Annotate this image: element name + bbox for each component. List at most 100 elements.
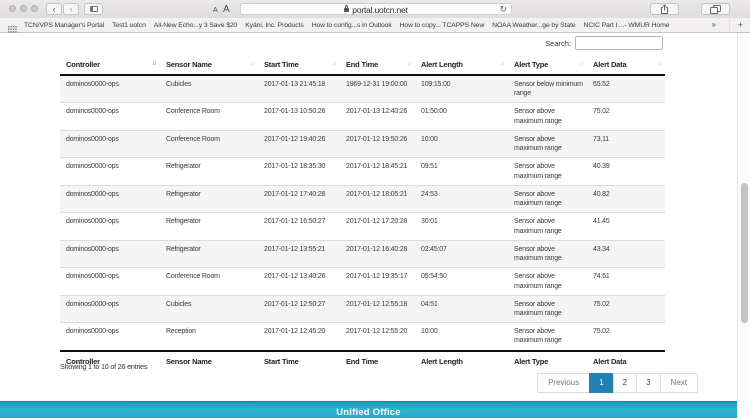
sort-icon[interactable]: ↓↑	[250, 61, 255, 67]
page-button-2[interactable]: 2	[612, 373, 638, 393]
cell-alert-type: Sensor above maximum range	[508, 157, 587, 186]
bookmark-item-ncic-part-i-wmur-home[interactable]: NCIC Part I ...- WMUR Home	[584, 22, 670, 29]
cell-alert-data: 43.34	[587, 239, 665, 268]
cell-alert-type: Sensor above maximum range	[508, 239, 587, 268]
cell-alert-type: Sensor above maximum range	[508, 102, 587, 131]
cell-alert-type: Sensor above maximum range	[508, 184, 587, 213]
vertical-scrollbar[interactable]	[737, 33, 750, 418]
cell-alert-length: 01:50:00	[415, 102, 508, 131]
bookmark-item-all-new-echo-y-3-save-20[interactable]: All-New Echo...y 3 Save $20	[154, 22, 238, 29]
cell-start-time: 2017-01-12 13:55:21	[258, 239, 340, 268]
cell-alert-type: Sensor above maximum range	[508, 212, 587, 241]
table-row: dominos0000-ops Cubicles 2017-01-12 12:50:…	[60, 294, 665, 323]
sort-icon[interactable]: ↓↑	[579, 61, 584, 67]
zoom-window-button[interactable]	[31, 5, 38, 12]
sidebar-button[interactable]	[84, 3, 103, 15]
cell-alert-data: 75.02	[587, 322, 665, 351]
column-header-start-time[interactable]: ↓↑ Start Time	[258, 55, 340, 76]
scrollbar-thumb[interactable]	[741, 183, 748, 323]
share-button[interactable]	[650, 3, 679, 15]
table-header-row: ↓↑ Controller ↓↑ Sensor Name ↓↑ Start Time ↓↑ E…	[60, 55, 665, 76]
address-bar[interactable]: portal.uotcn.net ↻	[240, 3, 512, 15]
back-button[interactable]: ‹	[46, 3, 62, 15]
minimize-window-button[interactable]	[20, 5, 27, 12]
cell-controller: dominos0000-ops	[60, 157, 160, 186]
cell-alert-data: 41.45	[587, 212, 665, 241]
bookmark-item-tcn-vps-manager-s-portal[interactable]: TCN/VPS Manager's Portal	[24, 22, 104, 29]
cell-controller: dominos0000-ops	[60, 184, 160, 213]
footer-brand-bar: Unified Office	[0, 401, 737, 418]
footer-column-start-time: Start Time	[258, 349, 340, 371]
bookmark-item-how-to-copy-tcapps-new[interactable]: How to copy... TCAPPS New	[400, 22, 485, 29]
tabs-icon	[710, 4, 721, 14]
cell-end-time: 2017-01-12 12:55:20	[340, 322, 415, 351]
column-header-end-time[interactable]: ↓↑ End Time	[340, 55, 415, 76]
bookmark-item-test1-uotcn[interactable]: Test1 uotcn	[112, 22, 146, 29]
page-content: Search: ↓↑ Controller ↓↑ Sensor Name ↓↑ Start…	[0, 33, 750, 418]
table-row: dominos0000-ops Refrigerator 2017-01-12 16…	[60, 212, 665, 241]
footer-column-sensor-name: Sensor Name	[160, 349, 258, 371]
search-input[interactable]	[575, 36, 663, 50]
bookmarks-overflow-chevron[interactable]: »	[712, 20, 716, 29]
cell-sensor-name: Refrigerator	[160, 184, 258, 213]
cell-controller: dominos0000-ops	[60, 267, 160, 296]
alerts-table: ↓↑ Controller ↓↑ Sensor Name ↓↑ Start Time ↓↑ E…	[60, 55, 665, 371]
table-search: Search:	[545, 36, 663, 50]
cell-alert-length: 02:45:07	[415, 239, 508, 268]
cell-sensor-name: Reception	[160, 322, 258, 351]
cell-alert-data: 74.61	[587, 267, 665, 296]
cell-controller: dominos0000-ops	[60, 212, 160, 241]
column-header-controller[interactable]: ↓↑ Controller	[60, 55, 160, 76]
sort-icon[interactable]: ↓↑	[407, 61, 412, 67]
cell-alert-data: 75.02	[587, 294, 665, 323]
cell-alert-data: 40.39	[587, 157, 665, 186]
next-page-button[interactable]: Next	[659, 373, 698, 393]
cell-alert-type: Sensor above maximum range	[508, 294, 587, 323]
cell-alert-length: 30:01	[415, 212, 508, 241]
forward-button[interactable]: ›	[63, 3, 79, 15]
browser-window: ‹ › A A portal.uotcn.net ↻ TCN/VPS Manag…	[0, 0, 750, 418]
sort-icon[interactable]: ↓↑	[500, 61, 505, 67]
cell-start-time: 2017-01-12 12:50:27	[258, 294, 340, 323]
entries-info: Showing 1 to 10 of 26 entries	[60, 362, 148, 371]
column-header-alert-length[interactable]: ↓↑ Alert Length	[415, 55, 508, 76]
sort-icon[interactable]: ↓↑	[657, 61, 662, 67]
page-button-3[interactable]: 3	[636, 373, 661, 393]
previous-page-button[interactable]: Previous	[537, 373, 591, 393]
cell-end-time: 2017-01-12 19:50:26	[340, 129, 415, 158]
close-window-button[interactable]	[9, 5, 16, 12]
bookmarks-list: TCN/VPS Manager's Portal Test1 uotcn All-N…	[24, 18, 700, 32]
brand-text: Unified Office	[336, 407, 401, 418]
table-footer-row: Controller Sensor Name Start Time End Time A…	[60, 349, 665, 371]
column-header-alert-type[interactable]: ↓↑ Alert Type	[508, 55, 587, 76]
cell-end-time: 2017-01-12 17:20:28	[340, 212, 415, 241]
cell-start-time: 2017-01-12 12:45:20	[258, 322, 340, 351]
cell-alert-type: Sensor above maximum range	[508, 267, 587, 296]
cell-controller: dominos0000-ops	[60, 102, 160, 131]
cell-sensor-name: Cubicles	[160, 294, 258, 323]
column-header-alert-data[interactable]: ↓↑ Alert Data	[587, 55, 665, 76]
bookmark-item-ky-ni-inc-products[interactable]: Kyäni, Inc. Products	[245, 22, 304, 29]
increase-text-size-button[interactable]: A	[223, 4, 230, 15]
refresh-icon[interactable]: ↻	[499, 4, 507, 15]
new-tab-button[interactable]: +	[728, 19, 743, 31]
bookmark-item-how-to-config-s-in-outlook[interactable]: How to config...s in Outlook	[312, 22, 392, 29]
tabs-button[interactable]	[701, 3, 730, 15]
footer-column-end-time: End Time	[340, 349, 415, 371]
decrease-text-size-button[interactable]: A	[213, 7, 218, 14]
cell-end-time: 2017-01-12 19:35:17	[340, 267, 415, 296]
cell-start-time: 2017-01-12 18:35:30	[258, 157, 340, 186]
sort-icon[interactable]: ↓↑	[332, 61, 337, 67]
page-button-1[interactable]: 1	[589, 373, 614, 393]
column-header-sensor-name[interactable]: ↓↑ Sensor Name	[160, 55, 258, 76]
cell-sensor-name: Refrigerator	[160, 212, 258, 241]
bookmark-item-noaa-weather-ge-by-state[interactable]: NOAA Weather...ge by State	[492, 22, 576, 29]
footer-column-alert-type: Alert Type	[508, 349, 587, 371]
table-row: dominos0000-ops Reception 2017-01-12 12:45…	[60, 322, 665, 351]
sort-icon[interactable]: ↓↑	[152, 61, 157, 67]
lock-icon	[344, 5, 350, 12]
cell-sensor-name: Cubicles	[160, 74, 258, 103]
cell-alert-length: 10:00	[415, 322, 508, 351]
cell-end-time: 2017-01-12 16:40:28	[340, 239, 415, 268]
table-row: dominos0000-ops Refrigerator 2017-01-12 17…	[60, 184, 665, 213]
